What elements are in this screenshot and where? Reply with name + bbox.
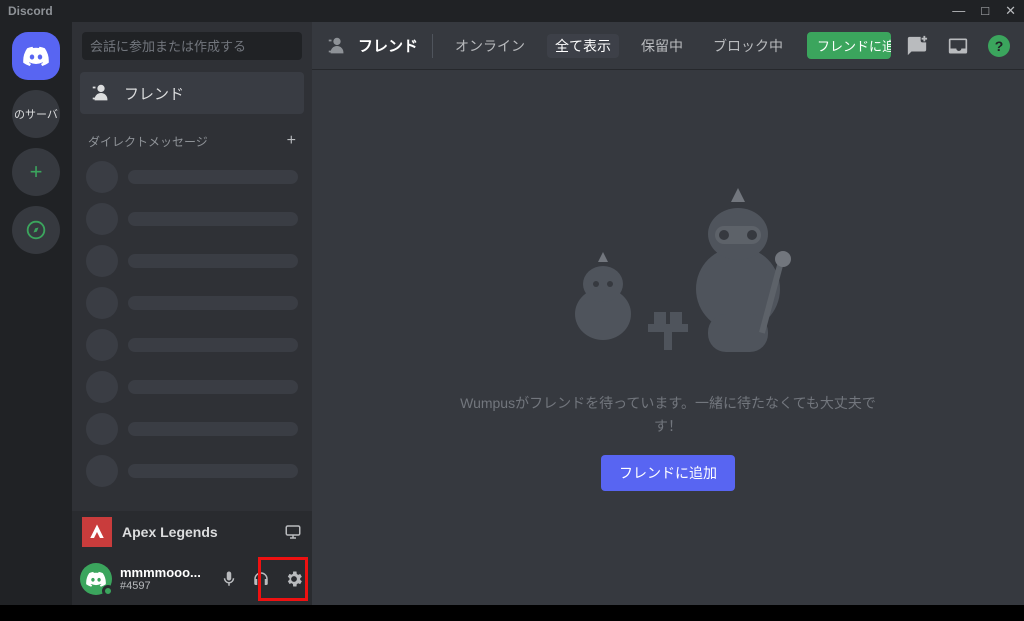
- minimize-button[interactable]: —: [952, 3, 965, 19]
- tab-all[interactable]: 全て表示: [547, 34, 619, 58]
- window-controls: — □ ✕: [952, 3, 1016, 19]
- compass-icon: [26, 220, 46, 240]
- dm-sidebar: フレンド ダイレクトメッセージ + Apex Legends: [72, 22, 312, 605]
- discord-logo-icon: [23, 46, 49, 66]
- server-label: のサーバ: [14, 106, 58, 122]
- chat-plus-icon: [906, 35, 928, 57]
- search-container: [82, 32, 302, 60]
- tab-pending[interactable]: 保留中: [633, 34, 691, 58]
- friends-nav[interactable]: フレンド: [80, 72, 304, 114]
- dm-header-label: ダイレクトメッセージ: [88, 133, 208, 150]
- wumpus-illustration: [498, 184, 838, 374]
- explore-servers-button[interactable]: [12, 206, 60, 254]
- friends-icon: [326, 35, 348, 57]
- username: mmmmooo...: [120, 566, 201, 580]
- dm-header: ダイレクトメッセージ +: [88, 132, 296, 150]
- gear-icon: [284, 569, 304, 589]
- bottom-bar: [0, 605, 1024, 621]
- dm-placeholder: [80, 450, 304, 492]
- dm-placeholder: [80, 198, 304, 240]
- server-rail: のサーバ +: [0, 22, 72, 605]
- user-panel: mmmmooo... #4597: [72, 553, 312, 605]
- help-button[interactable]: ?: [988, 35, 1010, 57]
- add-friend-button[interactable]: フレンドに追加: [807, 32, 891, 59]
- headphones-icon: [252, 570, 270, 588]
- titlebar: Discord — □ ✕: [0, 0, 1024, 22]
- dm-list: [72, 156, 312, 511]
- microphone-icon: [220, 570, 238, 588]
- mute-button[interactable]: [220, 570, 238, 588]
- deafen-button[interactable]: [252, 570, 270, 588]
- dm-placeholder: [80, 240, 304, 282]
- inbox-icon: [948, 36, 968, 56]
- divider: [432, 34, 433, 58]
- dm-placeholder: [80, 156, 304, 198]
- close-button[interactable]: ✕: [1005, 3, 1016, 19]
- activity-label: Apex Legends: [122, 524, 218, 540]
- dm-placeholder: [80, 324, 304, 366]
- apex-logo-icon: [82, 517, 112, 547]
- now-playing[interactable]: Apex Legends: [72, 511, 312, 553]
- main-content: フレンド オンライン 全て表示 保留中 ブロック中 フレンドに追加 ?: [312, 22, 1024, 605]
- friends-nav-label: フレンド: [124, 83, 184, 104]
- status-dot: [102, 585, 114, 597]
- content-header: フレンド オンライン 全て表示 保留中 ブロック中 フレンドに追加 ?: [312, 22, 1024, 70]
- app-title: Discord: [8, 4, 53, 18]
- dm-placeholder: [80, 366, 304, 408]
- header-title-group: フレンド: [326, 35, 418, 57]
- add-server-button[interactable]: +: [12, 148, 60, 196]
- empty-state: Wumpusがフレンドを待っています。一緒に待たなくても大丈夫です！ フレンドに…: [312, 70, 1024, 605]
- dm-placeholder: [80, 408, 304, 450]
- tab-blocked[interactable]: ブロック中: [705, 34, 791, 58]
- empty-add-friend-button[interactable]: フレンドに追加: [601, 455, 735, 491]
- user-tag: #4597: [120, 580, 201, 592]
- empty-message: Wumpusがフレンドを待っています。一緒に待たなくても大丈夫です！: [458, 392, 878, 437]
- tab-online[interactable]: オンライン: [447, 34, 533, 58]
- friends-icon: [90, 82, 112, 104]
- screen-share-icon[interactable]: [284, 523, 302, 541]
- inbox-button[interactable]: [948, 36, 968, 56]
- create-dm-button[interactable]: +: [287, 132, 296, 150]
- maximize-button[interactable]: □: [981, 3, 989, 19]
- server-item[interactable]: のサーバ: [12, 90, 60, 138]
- home-button[interactable]: [12, 32, 60, 80]
- dm-placeholder: [80, 282, 304, 324]
- header-title: フレンド: [358, 35, 418, 56]
- user-avatar[interactable]: [80, 563, 112, 595]
- discord-logo-icon: [86, 571, 106, 587]
- settings-button[interactable]: [284, 569, 304, 589]
- new-group-dm-button[interactable]: [906, 35, 928, 57]
- search-input[interactable]: [82, 32, 302, 60]
